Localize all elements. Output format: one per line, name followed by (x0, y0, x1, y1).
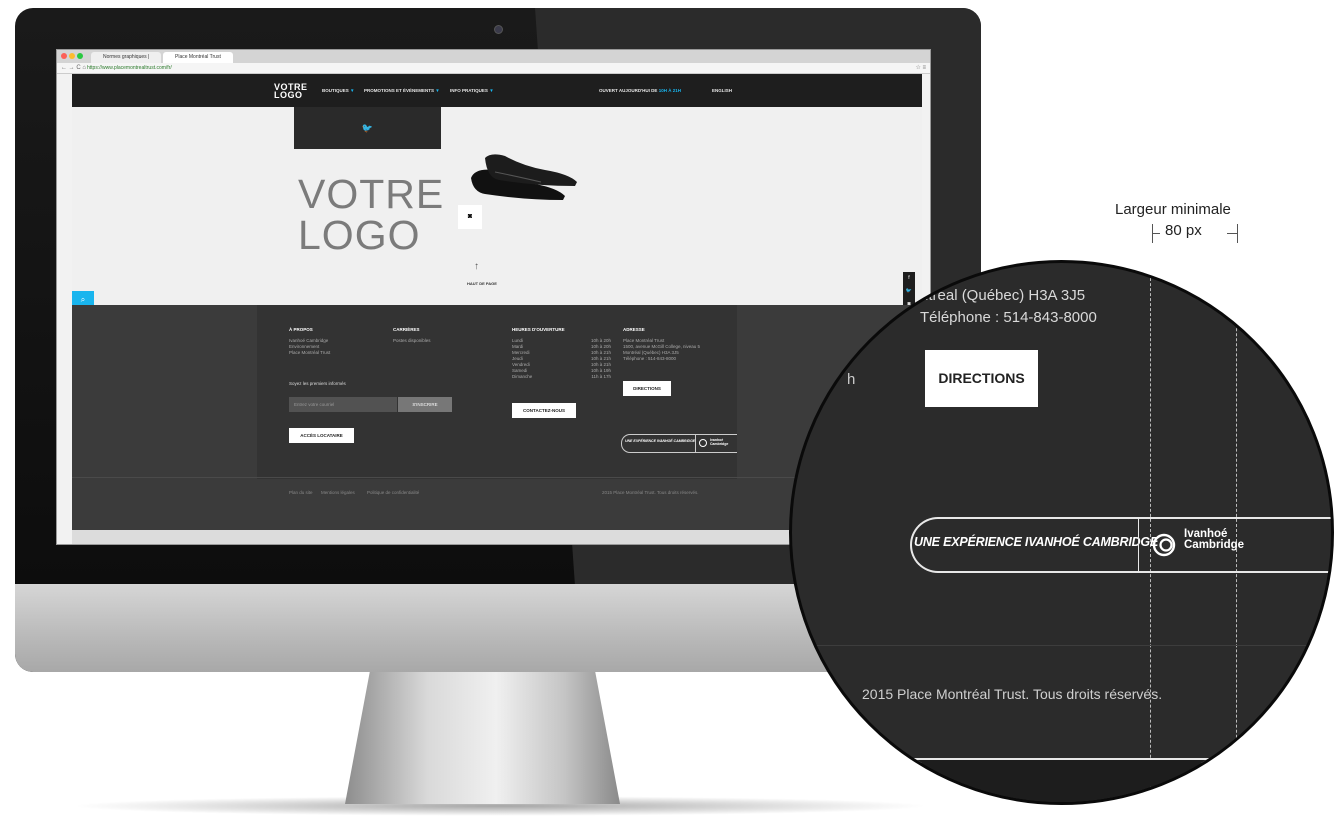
tab-normes[interactable]: Normes graphiques | Mou... (91, 52, 161, 71)
zoom-brand-line2: Cambridge (1184, 539, 1245, 551)
annotation-title: Largeur minimale (1115, 201, 1231, 218)
about-heading: À PROPOS (289, 327, 313, 332)
maximize-window-icon[interactable] (77, 53, 83, 59)
badge-text: UNE EXPÉRIENCE IVANHOÉ CAMBRIDGE (625, 439, 696, 443)
footer-bottom-link-2[interactable]: Politique de confidentialité (367, 490, 419, 495)
footer-link[interactable]: Postes disponibles (393, 338, 431, 344)
shoe-image (471, 154, 577, 200)
hero-logo-line1: VOTRE (298, 171, 445, 217)
footer-address: ADRESSE Place Montréal Trust 1500, avenu… (623, 327, 700, 362)
camera-icon (494, 25, 503, 34)
nav-label: INFO PRATIQUES (450, 88, 488, 93)
careers-heading: CARRIÈRES (393, 327, 420, 332)
zoom-badge-text: UNE EXPÉRIENCE IVANHOÉ CAMBRIDGE (914, 535, 1159, 549)
ivanhoe-logo-icon (699, 439, 707, 447)
hero-logo-line2: LOGO (298, 212, 421, 258)
caret-down-icon: ▼ (435, 88, 440, 93)
nav-promotions[interactable]: PROMOTIONS ET ÉVÉNEMENTS ▼ (364, 88, 440, 94)
footer-about: À PROPOS Ivanhoé Cambridge Environnement… (289, 327, 330, 356)
contact-button[interactable]: CONTACTEZ-NOUS (512, 403, 576, 418)
language-link[interactable]: ENGLISH (712, 88, 732, 94)
site-navbar: VOTRE LOGO BOUTIQUES ▼ PROMOTIONS ET ÉVÉ… (72, 74, 922, 107)
nav-arrows-icon[interactable]: ← → C ⌂ (61, 63, 86, 73)
twitter-tile[interactable]: 🐦 (294, 107, 441, 149)
open-today: OUVERT AUJOURD'HUI DE 10H À 21H (599, 88, 681, 94)
zoom-address: ntréal (Québec) H3A 3J5 Téléphone : 514-… (920, 285, 1097, 329)
email-input[interactable]: Entrez votre courriel (289, 397, 397, 412)
nav-logo-line2[interactable]: LOGO (274, 91, 303, 100)
brand-line2: Cambridge (710, 442, 729, 446)
footer-bottom-link-0[interactable]: Plan du site (289, 490, 313, 495)
hours-heading: HEURES D'OUVERTURE (512, 327, 565, 332)
ivanhoe-badge[interactable]: UNE EXPÉRIENCE IVANHOÉ CAMBRIDGE Ivanhoé… (621, 434, 737, 453)
facebook-icon[interactable]: f (903, 272, 915, 285)
address-line: Téléphone : 514-843-8000 (623, 356, 677, 361)
tab-label: Place Montréal Trust (175, 54, 221, 60)
arrow-up-icon[interactable]: ↑ (474, 261, 479, 272)
instagram-icon: ◙ (467, 213, 473, 220)
twitter-icon[interactable]: 🐦 (903, 285, 915, 298)
tab-bar: Normes graphiques | Mou... Place Montréa… (57, 50, 930, 71)
tenant-access-button[interactable]: ACCÈS LOCATAIRE (289, 428, 354, 443)
subscribe-button[interactable]: S'INSCRIRE (398, 397, 452, 412)
minimize-window-icon[interactable] (69, 53, 75, 59)
directions-button[interactable]: DIRECTIONS (623, 381, 671, 396)
footer-careers: CARRIÈRES Postes disponibles (393, 327, 431, 344)
dimension-tick-right (1237, 224, 1238, 243)
annotation-value: 80 px (1165, 222, 1202, 239)
url-text[interactable]: https://www.placemontrealtrust.com/fr/ (87, 64, 172, 72)
monitor-stand (345, 672, 620, 804)
nav-boutiques[interactable]: BOUTIQUES ▼ (322, 88, 355, 94)
footer-bottom-link-1[interactable]: Mentions légales (321, 490, 355, 495)
close-window-icon[interactable] (61, 53, 67, 59)
hours-time: 11h à 17h (591, 374, 611, 379)
twitter-icon: 🐦 (361, 123, 374, 133)
nav-info-pratiques[interactable]: INFO PRATIQUES ▼ (450, 88, 494, 94)
zoom-address-line2: Téléphone : 514-843-8000 (920, 309, 1097, 326)
instagram-tile[interactable]: ◙ (458, 205, 482, 229)
caret-down-icon: ▼ (350, 88, 355, 93)
zoom-footer-divider (792, 645, 1331, 646)
zoom-brand: Ivanhoé Cambridge (1184, 528, 1245, 551)
hours-times: 10h à 20h 10h à 20h 10h à 21h 10h à 21h … (579, 338, 611, 380)
zoom-address-line1: ntréal (Québec) H3A 3J5 (920, 287, 1086, 304)
hours-days: Lundi Mardi Mercredi Jeudi Vendredi Same… (512, 338, 532, 380)
nav-label: PROMOTIONS ET ÉVÉNEMENTS (364, 88, 435, 93)
dimension-arm-right (1227, 233, 1237, 234)
zoom-bezel (792, 760, 1331, 802)
tab-place-montreal-trust[interactable]: Place Montréal Trust (163, 52, 233, 63)
footer-hours: HEURES D'OUVERTURE (512, 327, 565, 338)
address-heading: ADRESSE (623, 327, 645, 332)
menu-icon[interactable]: ☆ ≡ (915, 63, 926, 73)
badge-divider (695, 435, 696, 452)
zoom-copyright: 2015 Place Montréal Trust. Tous droits r… (862, 686, 1163, 702)
footer-link[interactable]: Place Montréal Trust (289, 350, 330, 356)
zoom-fragment: h (847, 371, 856, 388)
zoom-directions-button[interactable]: DIRECTIONS (925, 350, 1038, 407)
open-today-hours: 10H À 21H (658, 88, 681, 93)
ivanhoe-logo-icon (1152, 533, 1176, 557)
footer-copyright: 2015 Place Montréal Trust. Tous droits r… (602, 490, 699, 495)
address-bar[interactable]: ← → C ⌂ https://www.placemontrealtrust.c… (57, 63, 930, 74)
hours-day: Dimanche (512, 374, 533, 379)
caret-down-icon: ▼ (489, 88, 494, 93)
newsletter-label: Soyez les premiers informés (289, 381, 346, 386)
badge-brand: Ivanhoé Cambridge (710, 438, 728, 446)
nav-label: BOUTIQUES (322, 88, 349, 93)
dimension-arm-left (1152, 233, 1160, 234)
magnifier-lens: ntréal (Québec) H3A 3J5 Téléphone : 514-… (789, 260, 1334, 805)
back-to-top-link[interactable]: HAUT DE PAGE (467, 281, 497, 286)
zoom-badge-divider (1138, 517, 1139, 573)
open-today-prefix: OUVERT AUJOURD'HUI DE (599, 88, 658, 93)
